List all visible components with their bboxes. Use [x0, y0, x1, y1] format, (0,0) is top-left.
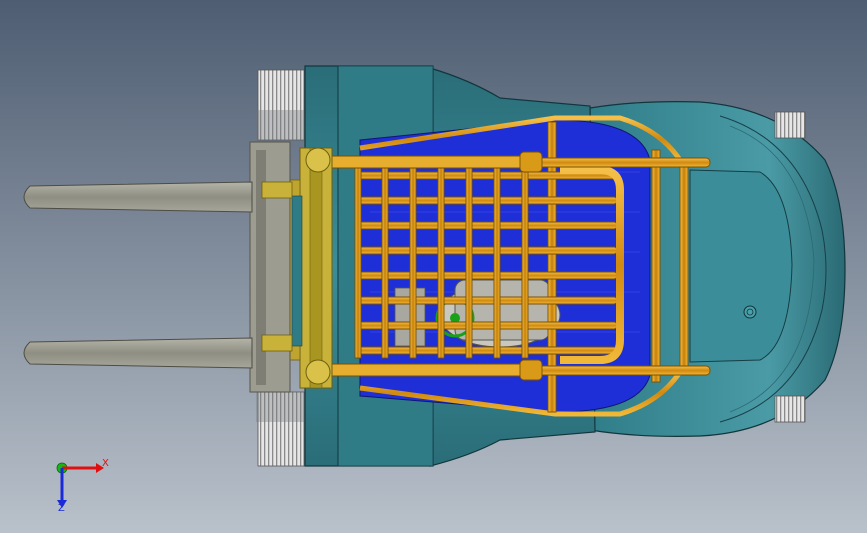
- hood-inner-panel: [689, 169, 793, 363]
- fuel-cap: [743, 305, 757, 319]
- cad-viewport[interactable]: X Z: [0, 0, 867, 533]
- triad-x-label: X: [102, 458, 109, 469]
- fork-upper: [23, 181, 253, 213]
- rear-wheel-bottom: [774, 395, 806, 423]
- fork-lower: [23, 337, 253, 369]
- rear-wheel-top: [774, 111, 806, 139]
- triad-z-label: Z: [58, 503, 65, 514]
- cad-canvas[interactable]: [0, 0, 867, 533]
